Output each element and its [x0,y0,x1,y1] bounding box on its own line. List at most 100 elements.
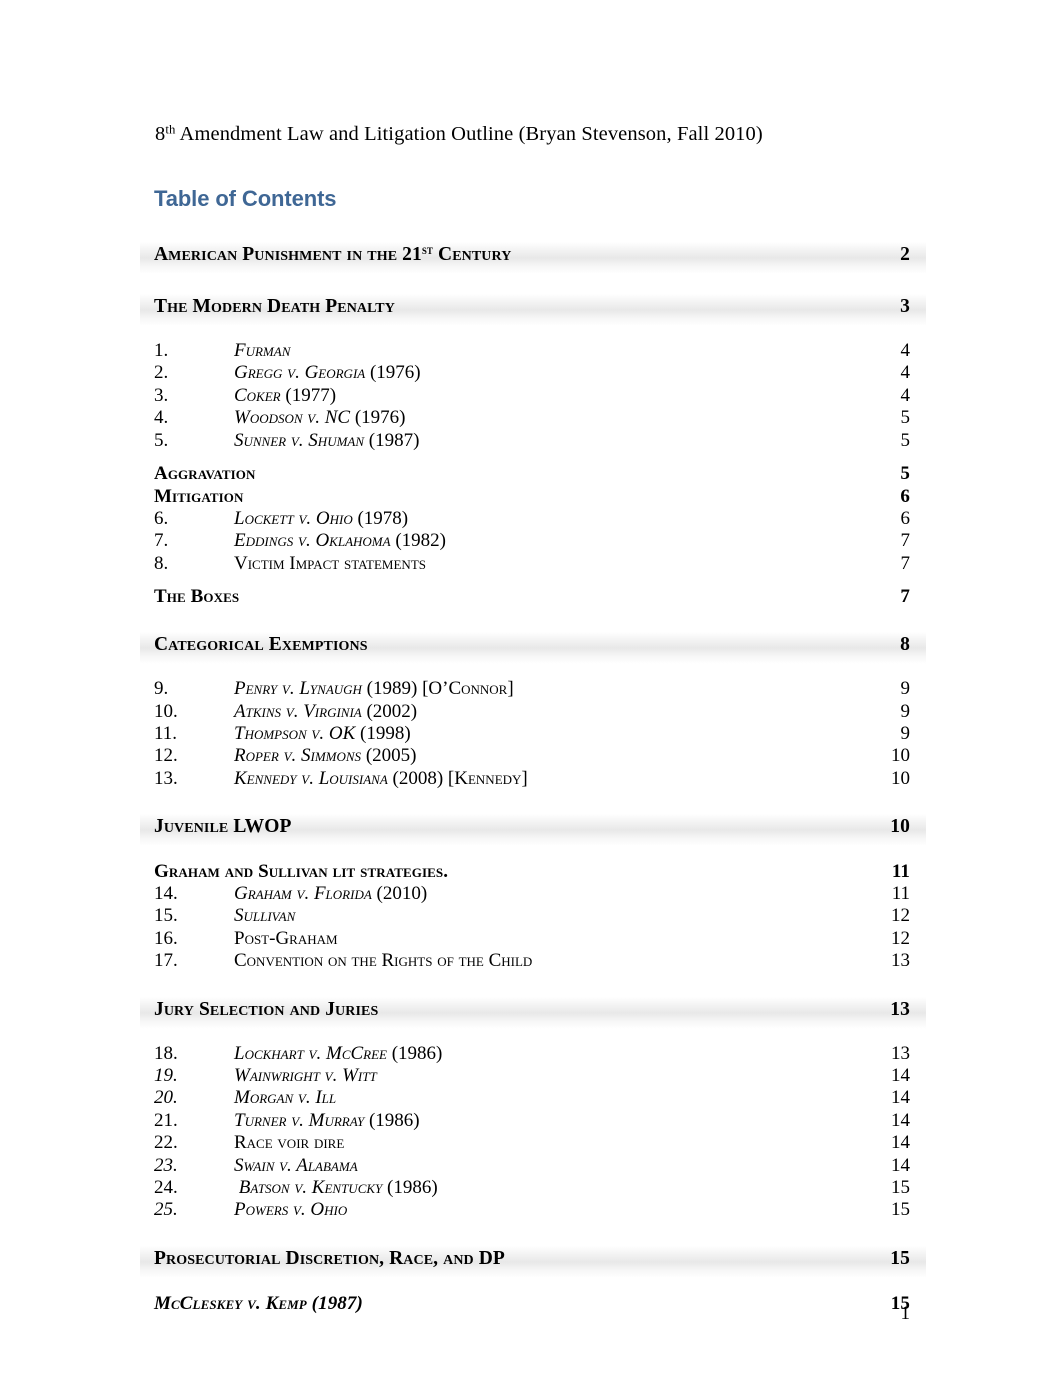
toc-entry-level-3[interactable]: 4. Woodson v. NC (1976) 5 [154,407,910,429]
toc-entry-page-number: 12 [891,905,910,927]
toc-entry-number: 9. [154,678,169,700]
toc-entry-page-number: 14 [891,1154,910,1176]
toc-entry-level-3[interactable]: 23. Swain v. Alabama 14 [154,1155,910,1177]
toc-entry-year: (2008) [387,767,448,789]
toc-entry-level-3[interactable]: 18. Lockhart v. McCree (1986) 13 [154,1043,910,1065]
toc-entry-level-1[interactable]: Prosecutorial Discretion, Race, and DP 15 [140,1244,926,1278]
toc-entry-case-name: Morgan v. Ill [234,1087,337,1109]
toc-entry-number: 23. [154,1154,178,1176]
toc-entry-label: The Modern Death Penalty [154,296,395,317]
toc-entry-page-number: 5 [900,429,911,451]
toc-entry-level-3[interactable]: 2. Gregg v. Georgia (1976) 4 [154,362,910,384]
toc-entry-case-name: Graham v. Florida [234,883,372,905]
toc-entry-level-3[interactable]: 14. Graham v. Florida (2010) 11 [154,883,910,905]
toc-entry-level-3[interactable]: 20. Morgan v. Ill 14 [154,1087,910,1109]
toc-entry-level-3[interactable]: 19. Wainwright v. Witt 14 [154,1065,910,1087]
toc-entry-level-1[interactable]: Juvenile LWOP 10 [140,812,926,847]
toc-entry-label: American Punishment in the 21st Century [154,243,512,265]
running-header: 8th Amendment Law and Litigation Outline… [155,122,763,147]
toc-entry-number: 15. [154,905,178,927]
toc-entry-number: 22. [154,1132,178,1154]
toc-entry-level-2[interactable]: McCleskey v. Kemp (1987) 15 [154,1292,910,1315]
toc-entry-label: Convention on the Rights of the Child [234,950,533,972]
toc-entry-level-3[interactable]: 24. Batson v. Kentucky (1986) 15 [154,1177,910,1199]
toc-entry-case-name: Kennedy v. Louisiana [234,767,388,789]
toc-entry-page-number: 14 [891,1065,910,1087]
toc-entry-number: 25. [154,1199,178,1221]
toc-entry-level-3[interactable]: 25. Powers v. Ohio 15 [154,1199,910,1221]
toc-entry-page-number: 10 [891,767,910,789]
toc-entry-year: (2010) [371,883,428,905]
toc-entry-case-name: Thompson v. OK [234,722,356,744]
toc-entry-case-name: McCleskey v. Kemp [154,1292,307,1314]
toc-entry-page-number: 4 [900,340,911,361]
toc-entry-page-number: 3 [900,296,910,317]
toc-entry-number: 14. [154,883,178,905]
toc-entry-level-3[interactable]: 7. Eddings v. Oklahoma (1982) 7 [154,530,910,552]
toc-entry-level-2[interactable]: Aggravation 5 [154,462,910,485]
toc-entry-level-3[interactable]: 22. Race voir dire 14 [154,1132,910,1154]
toc-entry-page-number: 14 [891,1132,910,1154]
toc-entry-label-tail: Century [433,244,512,265]
toc-entry-level-3[interactable]: 15. Sullivan 12 [154,905,910,927]
toc-entry-level-3[interactable]: 10. Atkins v. Virginia (2002) 9 [154,701,910,723]
toc-entry-label: Graham and Sullivan lit strategies. [154,861,449,883]
toc-entry-page-number: 5 [900,407,911,429]
toc-entry-page-number: 8 [900,634,910,656]
toc-entry-level-3[interactable]: 1. Furman 4 [154,340,910,362]
toc-entry-level-1[interactable]: Categorical Exemptions 8 [140,630,926,665]
toc-entry-year: (1986) [382,1176,438,1198]
toc-entry-page-number: 15 [891,1199,910,1221]
toc-entry-page-number: 14 [891,1087,910,1109]
toc-entry-number: 10. [154,700,178,722]
document-page: 8th Amendment Law and Litigation Outline… [0,0,1062,1377]
toc-entry-label: Juvenile LWOP [154,816,292,838]
toc-entry-level-3[interactable]: 16. Post-Graham 12 [154,928,910,950]
toc-entry-level-3[interactable]: 8. Victim Impact statements 7 [154,553,910,575]
toc-entry-page-number: 4 [900,384,911,406]
toc-entry-page-number: 12 [891,927,910,949]
toc-entry-level-3[interactable]: 11. Thompson v. OK (1998) 9 [154,723,910,745]
toc-entry-case-name: Sullivan [234,905,296,927]
toc-entry-number: 19. [154,1065,178,1087]
toc-entry-level-1[interactable]: Jury Selection and Juries 13 [140,995,926,1029]
toc-entry-year: (1986) [364,1109,420,1131]
toc-entry-level-3[interactable]: 21. Turner v. Murray (1986) 14 [154,1110,910,1132]
toc-entry-year: (1978) [352,507,409,529]
toc-entry-level-3[interactable]: 6. Lockett v. Ohio (1978) 6 [154,508,910,530]
toc-entry-level-2[interactable]: The Boxes 7 [154,585,910,608]
toc-entry-level-3[interactable]: 17. Convention on the Rights of the Child… [154,950,910,972]
toc-entry-label: Aggravation [154,462,256,484]
toc-entry-number: 8. [154,552,169,574]
toc-entry-level-1[interactable]: The Modern Death Penalty 3 [140,292,926,326]
toc-entry-level-3[interactable]: 9. Penry v. Lynaugh (1989) [O’Connor] 9 [154,678,910,700]
toc-entry-page-number: 14 [891,1109,910,1131]
toc-entry-case-name: Turner v. Murray [234,1109,365,1131]
toc-entry-level-3[interactable]: 3. Coker (1977) 4 [154,385,910,407]
toc-entry-level-1[interactable]: American Punishment in the 21st Century 2 [140,240,926,274]
toc-entry-page-number: 15 [891,1176,910,1198]
toc-entry-label: The Boxes [154,586,240,608]
toc-entry-label: Race voir dire [234,1132,345,1154]
toc-entry-page-number: 2 [900,244,910,265]
toc-entry-year: (1976) [365,362,421,384]
toc-entry-number: 1. [154,340,169,361]
toc-entry-year: (2005) [361,745,417,767]
toc-entry-level-2[interactable]: Graham and Sullivan lit strategies. 11 [154,860,910,883]
toc-entry-page-number: 9 [900,678,911,700]
toc-entry-level-3[interactable]: 13. Kennedy v. Louisiana (2008) [Kennedy]… [154,768,910,790]
toc-entry-page-number: 10 [890,816,910,838]
toc-entry-number: 3. [154,384,169,406]
toc-entry-page-number: 13 [891,1042,910,1064]
toc-entry-level-3[interactable]: 12. Roper v. Simmons (2005) 10 [154,745,910,767]
running-header-rest: Amendment Law and Litigation Outline (Br… [175,123,763,145]
toc-entry-label: Victim Impact statements [234,552,426,574]
toc-entry-level-3[interactable]: 5. Sunner v. Shuman (1987) 5 [154,430,910,452]
toc-entry-level-2[interactable]: Mitigation 6 [154,485,910,508]
toc-entry-number: 24. [154,1176,178,1198]
toc-entry-label: Prosecutorial Discretion, Race, and DP [154,1247,505,1269]
toc-entry-year: (1987) [364,429,420,451]
